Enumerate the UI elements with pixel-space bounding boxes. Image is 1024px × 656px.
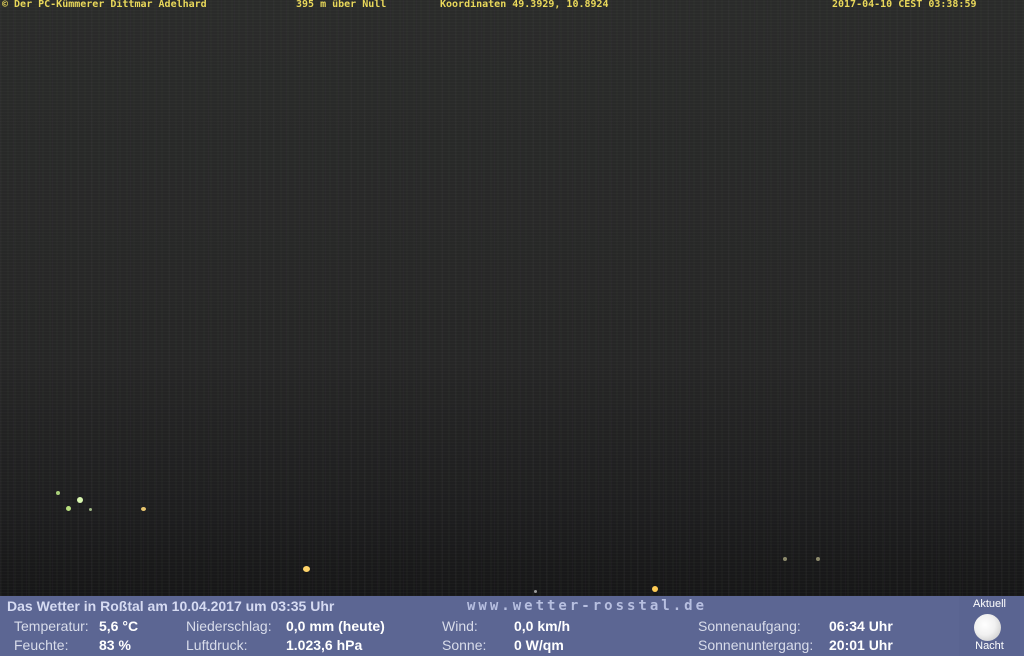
sunset-value: 20:01 Uhr [829, 637, 893, 653]
humidity-value: 83 % [99, 637, 131, 653]
precipitation-label: Niederschlag: [186, 618, 272, 634]
light-dot [303, 566, 310, 572]
light-dot [816, 557, 820, 561]
light-dot [534, 590, 537, 593]
temperature-label: Temperatur: [14, 618, 89, 634]
image-noise [0, 0, 1024, 596]
website-link[interactable]: www.wetter-rosstal.de [467, 598, 707, 614]
humidity-label: Feuchte: [14, 637, 69, 653]
light-dot [77, 497, 83, 503]
light-dot [66, 506, 71, 511]
moon-current-label: Aktuell [972, 598, 1007, 610]
pressure-label: Luftdruck: [186, 637, 248, 653]
moon-phase-box: Aktuell Nacht [959, 596, 1020, 656]
light-dot [141, 507, 146, 511]
sunrise-label: Sonnenaufgang: [698, 618, 801, 634]
precipitation-value: 0,0 mm (heute) [286, 618, 385, 634]
copyright-text: © Der PC-Kümmerer Dittmar Adelhard [2, 0, 207, 10]
altitude-text: 395 m über Null [296, 0, 387, 10]
sunset-label: Sonnenuntergang: [698, 637, 814, 653]
light-dot [783, 557, 787, 561]
full-moon-icon [974, 614, 1001, 641]
wind-value: 0,0 km/h [514, 618, 571, 634]
sunrise-value: 06:34 Uhr [829, 618, 893, 634]
weather-panel: Das Wetter in Roßtal am 10.04.2017 um 03… [0, 596, 1024, 656]
light-dot [89, 508, 92, 511]
pressure-value: 1.023,6 hPa [286, 637, 363, 653]
light-dot [652, 586, 658, 592]
temperature-value: 5,6 °C [99, 618, 139, 634]
timestamp-text: 2017-04-10 CEST 03:38:59 [832, 0, 977, 10]
sun-label: Sonne: [442, 637, 487, 653]
webcam-image: © Der PC-Kümmerer Dittmar Adelhard 395 m… [0, 0, 1024, 596]
moon-night-label: Nacht [975, 640, 1004, 652]
coordinates-text: Koordinaten 49.3929, 10.8924 [440, 0, 609, 10]
weather-headline: Das Wetter in Roßtal am 10.04.2017 um 03… [7, 598, 335, 614]
wind-label: Wind: [442, 618, 478, 634]
sun-value: 0 W/qm [514, 637, 564, 653]
light-dot [56, 491, 60, 495]
